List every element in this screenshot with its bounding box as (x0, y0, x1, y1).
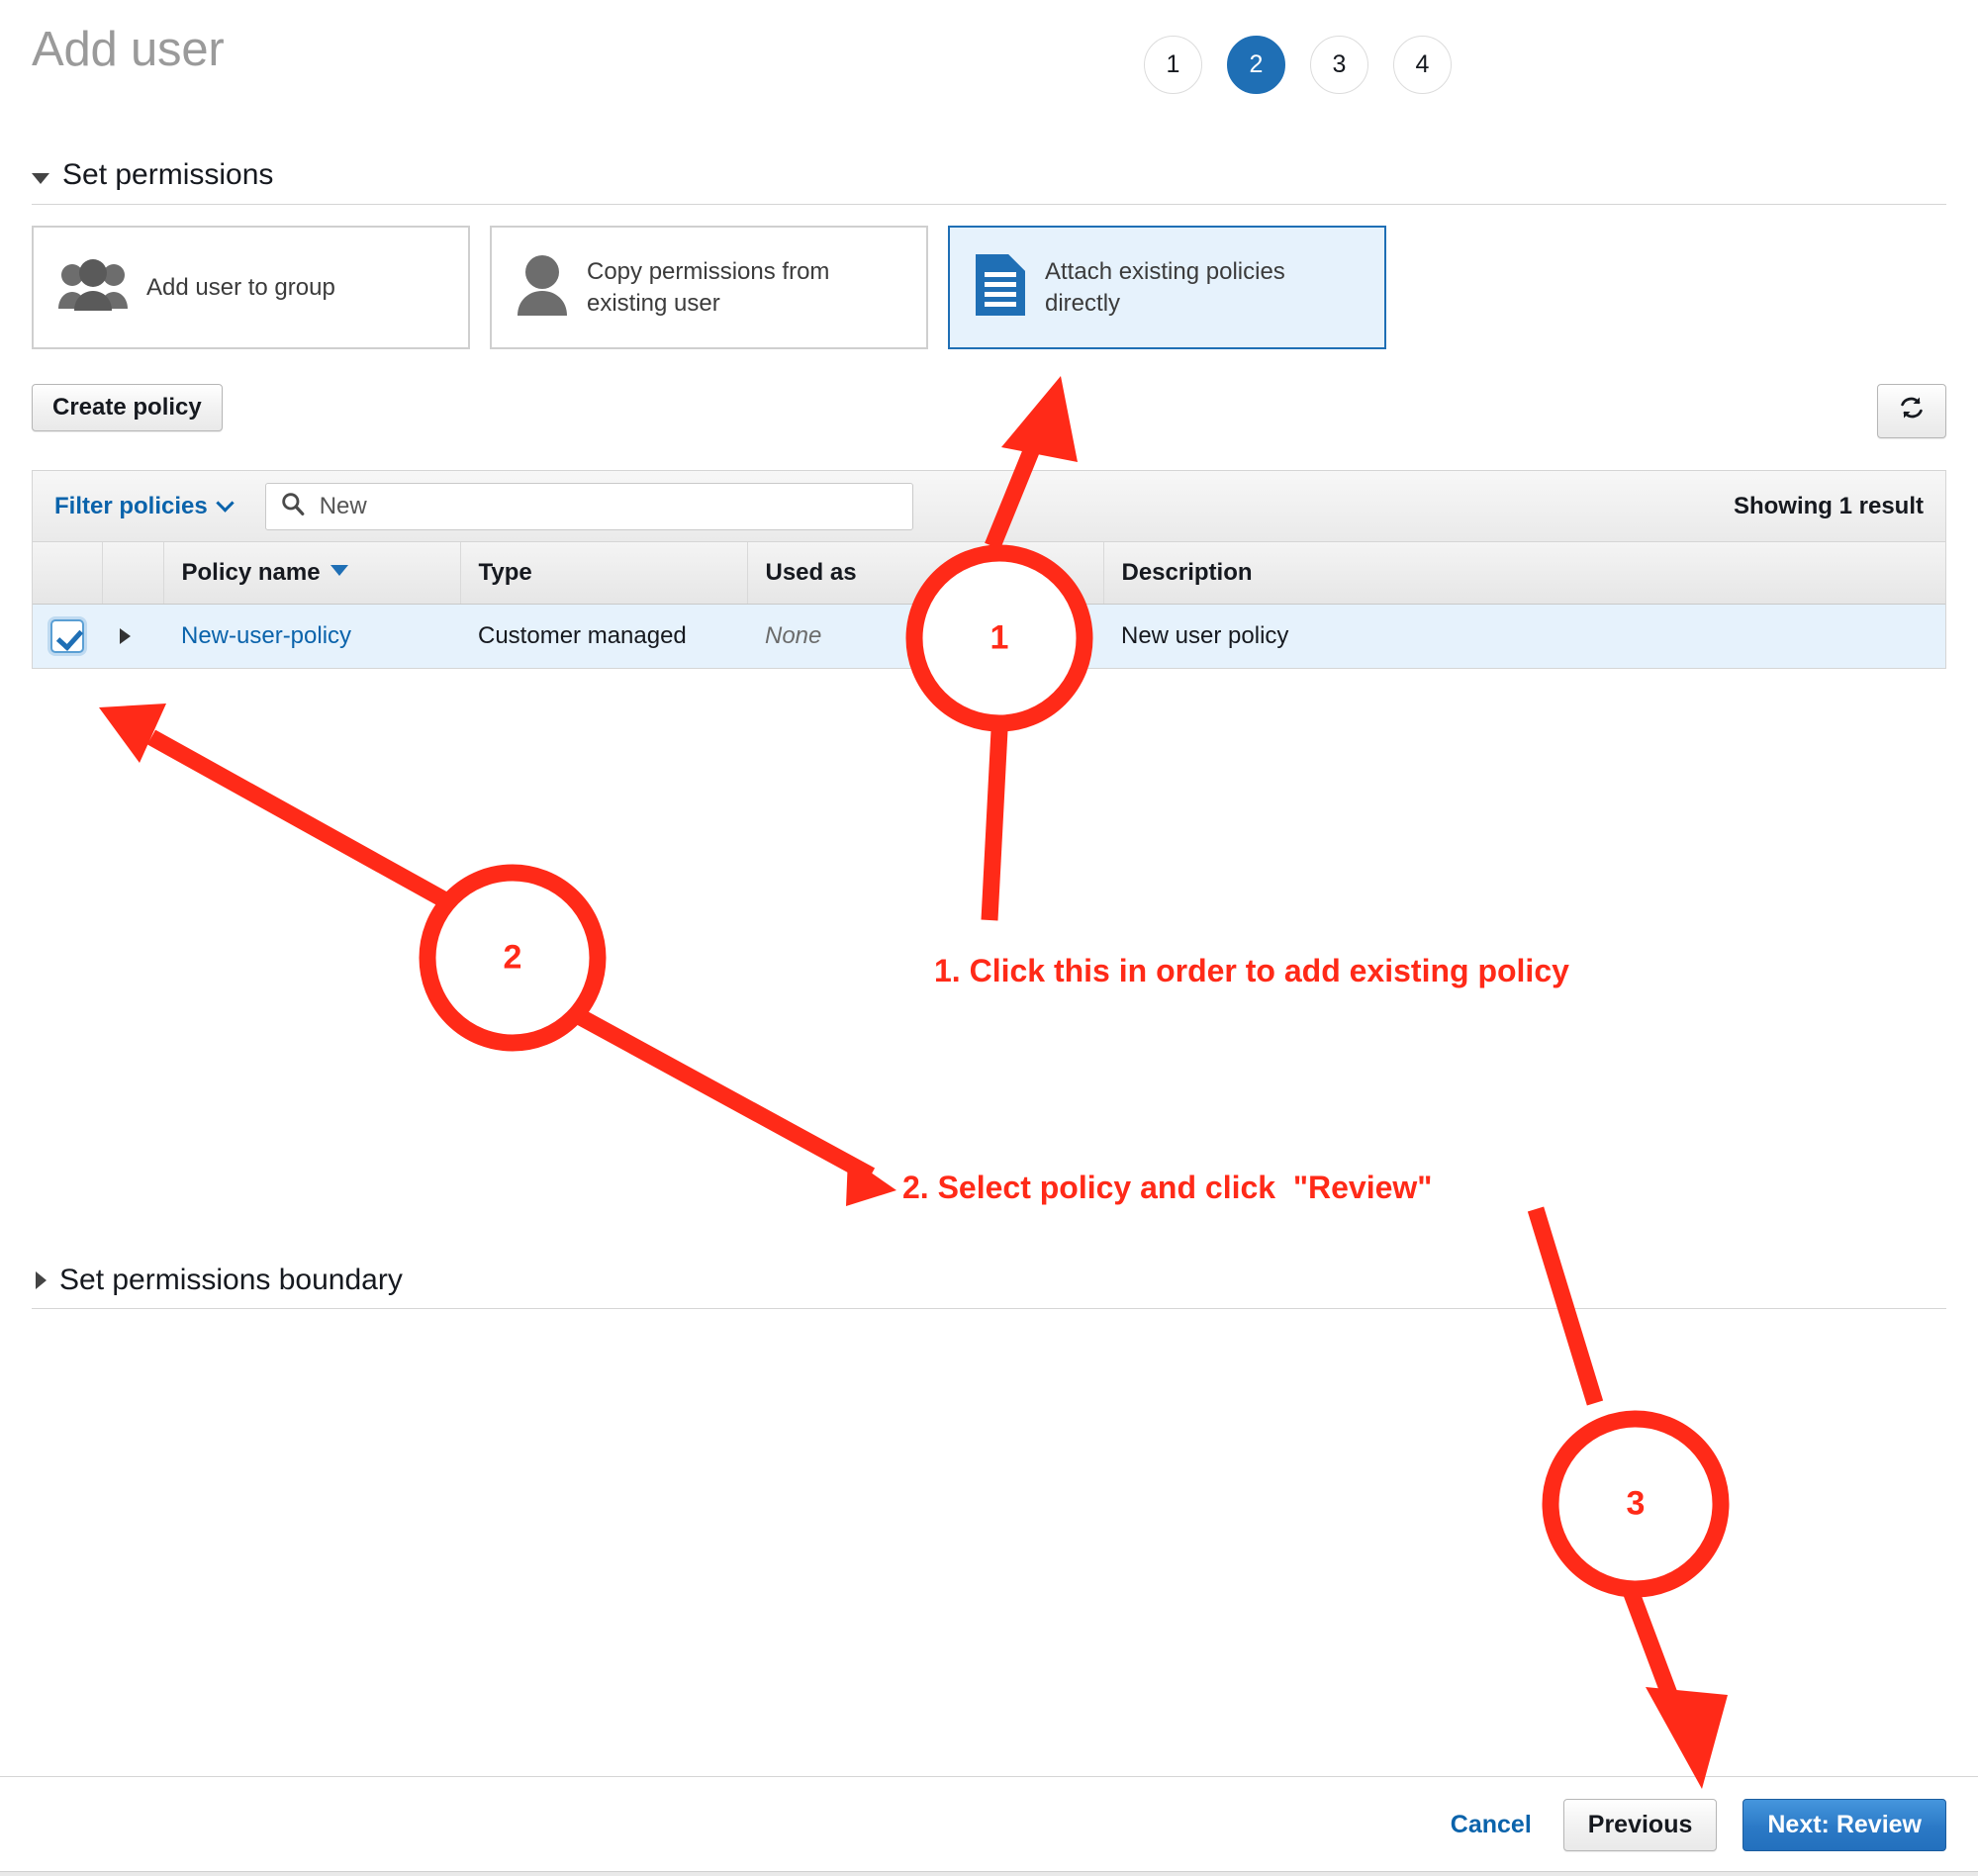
footer-divider (0, 1776, 1978, 1777)
card-copy-permissions[interactable]: Copy permissions from existing user (490, 226, 928, 349)
row-type-cell: Customer managed (460, 604, 747, 669)
chevron-right-icon[interactable] (120, 627, 131, 644)
create-policy-button[interactable]: Create policy (32, 384, 223, 431)
filter-policies-label: Filter policies (54, 492, 208, 519)
card-copy-permissions-label: Copy permissions from existing user (587, 257, 830, 317)
card-attach-existing-policies[interactable]: Attach existing policies directly (948, 226, 1386, 349)
refresh-icon (1897, 393, 1927, 429)
card-attach-existing-policies-label: Attach existing policies directly (1045, 257, 1285, 317)
annotation-marker-3-label: 3 (1626, 1484, 1646, 1523)
user-icon (516, 254, 569, 321)
set-permissions-boundary-label: Set permissions boundary (59, 1264, 403, 1296)
card-add-user-to-group[interactable]: Add user to group (32, 226, 470, 349)
policy-table-container: Filter policies Showing 1 result (32, 470, 1946, 669)
annotation-step-2-text: 2. Select policy and click "Review" (902, 1170, 1433, 1205)
wizard-step-4[interactable]: 4 (1393, 36, 1452, 94)
refresh-button[interactable] (1877, 384, 1946, 438)
policy-search-input[interactable] (317, 491, 898, 521)
wizard-step-2[interactable]: 2 (1227, 36, 1285, 94)
used-as-value: None (765, 621, 822, 649)
section-divider (32, 204, 1946, 205)
table-row[interactable]: New-user-policy Customer managed None Ne… (33, 604, 1945, 669)
row-used-as-cell: None (747, 604, 1103, 669)
column-select-all (33, 542, 103, 605)
row-checkbox-cell (33, 604, 102, 669)
set-permissions-label: Set permissions (62, 158, 274, 191)
table-header-row: Policy name Type Used as Description (33, 542, 1945, 605)
wizard-step-3[interactable]: 3 (1310, 36, 1368, 94)
footer-bottom-bar (0, 1871, 1978, 1876)
previous-button[interactable]: Previous (1562, 1799, 1718, 1851)
column-type[interactable]: Type (460, 542, 748, 605)
annotation-step-1-text: 1. Click this in order to add existing p… (934, 953, 1569, 988)
showing-results-label: Showing 1 result (1733, 492, 1924, 519)
permission-option-cards: Add user to group Copy permissions from … (32, 226, 1386, 349)
wizard-step-indicator: 1 2 3 4 (1144, 36, 1452, 94)
users-group-icon (57, 259, 129, 316)
filter-policies-dropdown[interactable]: Filter policies (54, 492, 235, 520)
row-expand-cell (102, 604, 163, 669)
policy-name-link[interactable]: New-user-policy (181, 622, 351, 649)
row-description-cell: New user policy (1103, 604, 1945, 669)
chevron-right-icon (36, 1271, 47, 1289)
section-divider (32, 1308, 1946, 1309)
wizard-footer-actions: Cancel Previous Next: Review (1445, 1799, 1946, 1851)
page-title: Add user (32, 23, 225, 76)
search-icon (280, 491, 306, 521)
column-description[interactable]: Description (1103, 542, 1945, 605)
next-review-button[interactable]: Next: Review (1743, 1799, 1946, 1851)
annotation-marker-1-label: 1 (989, 618, 1009, 657)
document-icon (974, 252, 1027, 323)
set-permissions-boundary-section-header[interactable]: Set permissions boundary (32, 1264, 403, 1297)
page-header: Add user 1 2 3 4 (32, 14, 1946, 105)
sort-descending-icon (330, 564, 348, 576)
policy-search-box[interactable] (264, 482, 913, 530)
set-permissions-section-header[interactable]: Set permissions (32, 158, 273, 192)
add-user-wizard-page: Add user 1 2 3 4 Set permissions Add use… (0, 0, 1978, 1876)
column-policy-name[interactable]: Policy name (163, 542, 461, 605)
annotation-marker-2-label: 2 (503, 938, 522, 977)
cancel-button[interactable]: Cancel (1445, 1810, 1538, 1840)
chevron-down-icon (216, 494, 235, 513)
card-add-user-to-group-label: Add user to group (146, 273, 335, 301)
row-policy-name-cell: New-user-policy (163, 604, 460, 669)
policy-row-checkbox[interactable] (50, 618, 84, 653)
policy-filter-bar: Filter policies Showing 1 result (33, 471, 1945, 542)
column-used-as[interactable]: Used as (747, 542, 1104, 605)
wizard-step-1[interactable]: 1 (1144, 36, 1202, 94)
policy-table: Policy name Type Used as Description New… (33, 542, 1945, 669)
column-policy-name-label: Policy name (181, 558, 321, 586)
chevron-down-icon (32, 172, 49, 184)
column-expand (102, 542, 164, 605)
